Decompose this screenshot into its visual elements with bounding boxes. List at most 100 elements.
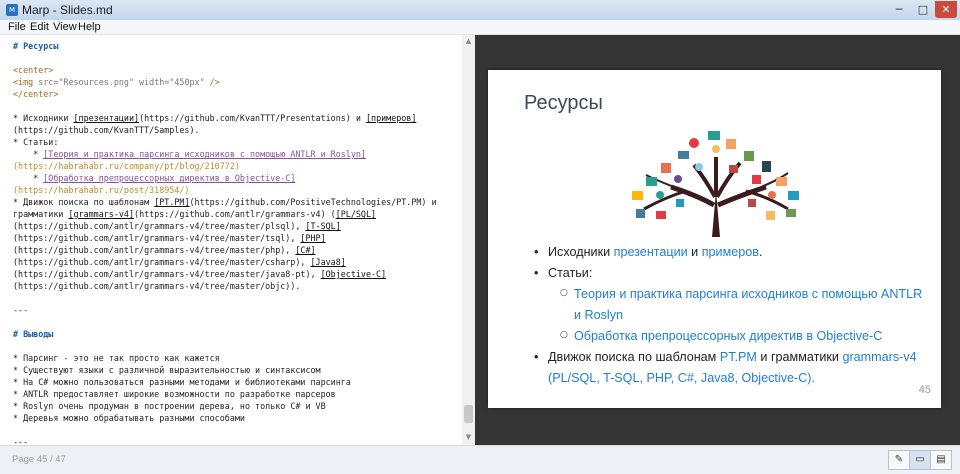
editor-line[interactable]: * Исходники [презентации](https://github… xyxy=(13,112,461,124)
editor-token: * xyxy=(13,149,44,159)
page-indicator: Page 45 / 47 xyxy=(12,454,66,465)
link-presentations[interactable]: презентации xyxy=(614,245,688,259)
editor-line[interactable]: <img src="Resources.png" width="450px" /… xyxy=(13,76,461,88)
editor-line[interactable]: * Деревья можно обрабатывать разными спо… xyxy=(13,412,461,424)
editor-line[interactable] xyxy=(13,100,461,112)
menu-help[interactable]: Help xyxy=(78,21,101,33)
editor-line[interactable] xyxy=(13,340,461,352)
editor-text[interactable]: # Ресурсы <center> <img src="Resources.pn… xyxy=(13,40,461,445)
editor-line[interactable]: <center> xyxy=(13,64,461,76)
link-article-antlr-roslyn[interactable]: Теория и практика парсинга исходников с … xyxy=(574,287,922,322)
menu-view[interactable]: View xyxy=(53,21,77,33)
markdown-editor[interactable]: # Ресурсы <center> <img src="Resources.pn… xyxy=(0,35,462,445)
text: . xyxy=(758,245,763,259)
editor-token: --- xyxy=(13,305,29,315)
editor-line[interactable]: --- xyxy=(13,436,461,445)
editor-token: [Теория и практика парсинга исходников с… xyxy=(43,149,366,159)
slide-preview: Ресурсы • Исходники презентации и пример… xyxy=(475,35,960,445)
editor-token: (https://github.com/KvanTTT/Samples). xyxy=(13,125,200,135)
editor-line[interactable]: # Ресурсы xyxy=(13,40,461,52)
editor-token: * Парсинг - это не так просто как кажетс… xyxy=(13,353,220,363)
status-bar: Page 45 / 47 ✎ ▭ ▤ xyxy=(0,445,960,474)
editor-token: # Выводы xyxy=(13,329,54,339)
editor-token: <img xyxy=(13,77,39,87)
scrollbar-thumb[interactable] xyxy=(464,405,473,423)
editor-line[interactable]: (https://habrahabr.ru/post/318954/) xyxy=(13,184,461,196)
editor-token: (https://github.com/antlr/grammars-v4/tr… xyxy=(13,221,306,231)
link-plsql[interactable]: PL/SQL xyxy=(552,371,596,385)
editor-line[interactable] xyxy=(13,52,461,64)
editor-line[interactable]: грамматики [grammars-v4](https://github.… xyxy=(13,208,461,220)
link-tsql[interactable]: T-SQL xyxy=(603,371,639,385)
close-button[interactable]: ✕ xyxy=(935,1,957,18)
editor-line[interactable]: --- xyxy=(13,304,461,316)
editor-line[interactable]: # Выводы xyxy=(13,328,461,340)
editor-token: (https://github.com/antlr/grammars-v4/tr… xyxy=(13,281,301,291)
editor-line[interactable]: * На C# можно пользоваться разными метод… xyxy=(13,376,461,388)
edit-mode-button[interactable]: ✎ xyxy=(888,450,910,470)
bullet-articles: Статьи: xyxy=(534,263,926,284)
editor-line[interactable]: * [Обработка препроцессорных директив в … xyxy=(13,172,461,184)
editor-token: [T-SQL] xyxy=(305,221,341,231)
link-ptpm[interactable]: PT.PM xyxy=(720,350,757,364)
editor-token: * Существуют языки с различной выразител… xyxy=(13,365,321,375)
editor-token: (https://habrahabr.ru/post/318954/) xyxy=(13,185,190,195)
scroll-down-icon[interactable]: ▼ xyxy=(462,433,475,443)
pencil-icon: ✎ xyxy=(894,454,904,465)
menu-bar: File Edit View Help xyxy=(0,20,960,35)
text: , xyxy=(734,371,742,385)
maximize-button[interactable]: □ xyxy=(911,1,935,18)
editor-line[interactable]: (https://github.com/KvanTTT/Samples). xyxy=(13,124,461,136)
bullet-sources: Исходники презентации и примеров. xyxy=(534,242,926,263)
menu-file[interactable]: File xyxy=(8,21,26,33)
text: Исходники xyxy=(548,245,614,259)
editor-token: [grammars-v4] xyxy=(68,209,135,219)
editor-line[interactable]: * Движок поиска по шаблонам [PT.PM](http… xyxy=(13,196,461,208)
editor-token: [Objective-C] xyxy=(320,269,387,279)
editor-token: [C#] xyxy=(295,245,316,255)
text: , xyxy=(639,371,647,385)
link-objc[interactable]: Objective-C xyxy=(742,371,808,385)
editor-token: * Деревья можно обрабатывать разными спо… xyxy=(13,413,245,423)
slide-page-number: 45 xyxy=(918,384,931,396)
editor-line[interactable] xyxy=(13,424,461,436)
window-title: Marp - Slides.md xyxy=(22,3,113,17)
editor-scrollbar[interactable]: ▲ ▼ xyxy=(462,35,475,445)
link-samples[interactable]: примеров xyxy=(702,245,759,259)
slide: Ресурсы • Исходники презентации и пример… xyxy=(488,70,941,408)
editor-line[interactable]: * ANTLR предоставляет широкие возможност… xyxy=(13,388,461,400)
editor-line[interactable]: (https://github.com/antlr/grammars-v4/tr… xyxy=(13,232,461,244)
editor-line[interactable]: (https://github.com/antlr/grammars-v4/tr… xyxy=(13,244,461,256)
link-grammars-v4[interactable]: grammars-v4 xyxy=(842,350,916,364)
editor-line[interactable] xyxy=(13,316,461,328)
editor-token: * Исходники xyxy=(13,113,74,123)
editor-token: /> xyxy=(204,77,220,87)
editor-token: [Java8] xyxy=(310,257,346,267)
editor-line[interactable] xyxy=(13,292,461,304)
preview-mode-button[interactable]: ▭ xyxy=(909,450,931,470)
editor-line[interactable]: * Существуют языки с различной выразител… xyxy=(13,364,461,376)
minimize-button[interactable]: ─ xyxy=(887,1,911,18)
menu-edit[interactable]: Edit xyxy=(30,21,49,33)
editor-line[interactable]: </center> xyxy=(13,88,461,100)
scroll-up-icon[interactable]: ▲ xyxy=(462,37,475,47)
editor-line[interactable]: (https://github.com/antlr/grammars-v4/tr… xyxy=(13,256,461,268)
link-java8[interactable]: Java8 xyxy=(701,371,735,385)
editor-line[interactable]: (https://github.com/antlr/grammars-v4/tr… xyxy=(13,220,461,232)
link-php[interactable]: PHP xyxy=(647,371,671,385)
editor-line[interactable]: (https://github.com/antlr/grammars-v4/tr… xyxy=(13,268,461,280)
link-article-objc[interactable]: Обработка препроцессорных директив в Obj… xyxy=(574,329,882,343)
editor-token: грамматики xyxy=(13,209,69,219)
editor-token: * Статьи: xyxy=(13,137,59,147)
slide-title: Ресурсы xyxy=(524,92,603,114)
editor-token: (https://github.com/antlr/grammars-v4/tr… xyxy=(13,245,296,255)
editor-line[interactable]: (https://github.com/antlr/grammars-v4/tr… xyxy=(13,280,461,292)
editor-line[interactable]: * [Теория и практика парсинга исходников… xyxy=(13,148,461,160)
slide-list-button[interactable]: ▤ xyxy=(930,450,952,470)
text: , xyxy=(670,371,678,385)
link-csharp[interactable]: C# xyxy=(678,371,694,385)
editor-line[interactable]: * Парсинг - это не так просто как кажетс… xyxy=(13,352,461,364)
editor-line[interactable]: (https://habrahabr.ru/company/pt/blog/21… xyxy=(13,160,461,172)
editor-line[interactable]: * Статьи: xyxy=(13,136,461,148)
editor-line[interactable]: * Roslyn очень продуман в построении дер… xyxy=(13,400,461,412)
